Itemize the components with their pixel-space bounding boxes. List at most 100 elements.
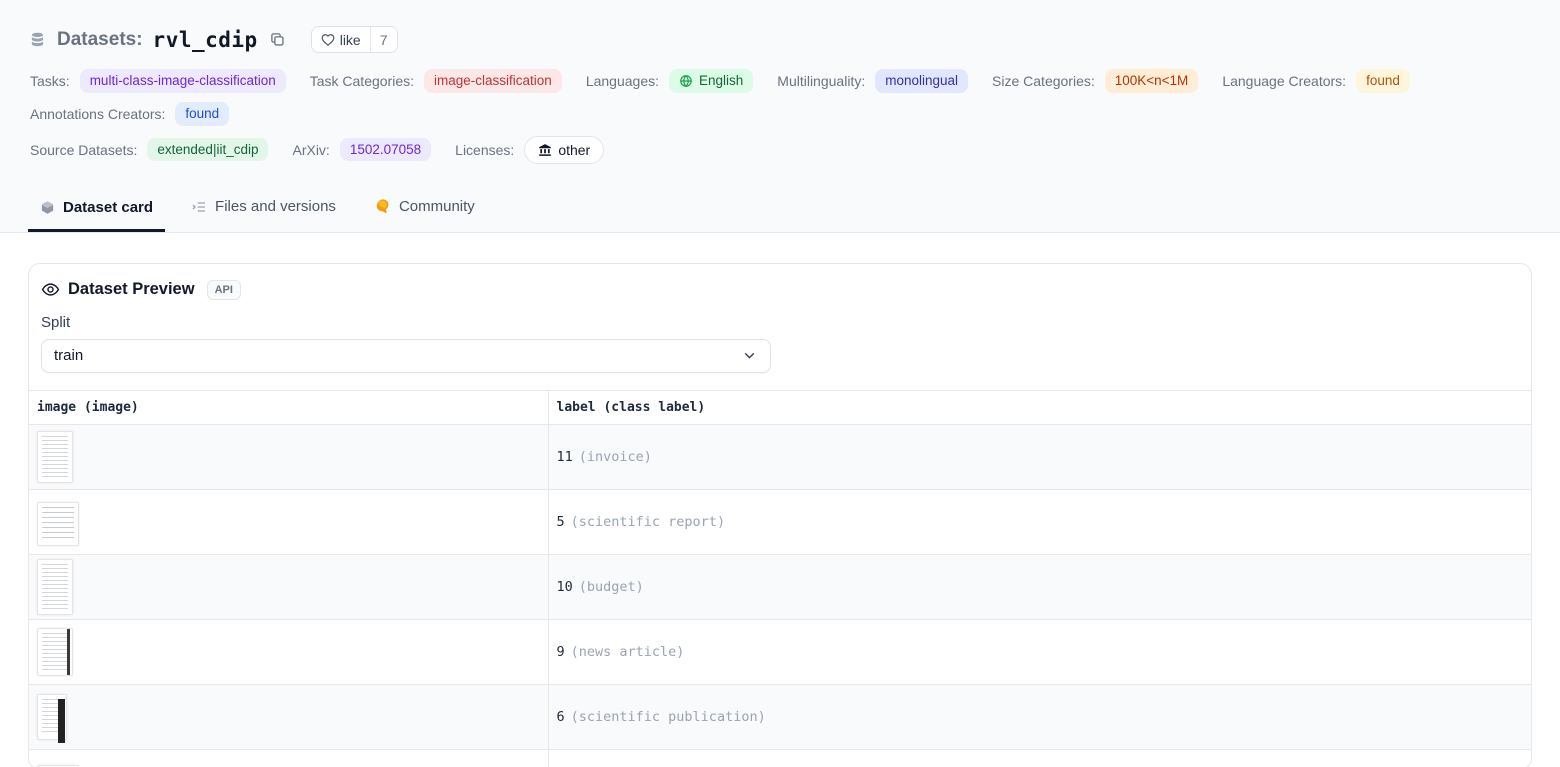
tab-label: Dataset card — [63, 200, 153, 215]
table-row: 11 (invoice) — [29, 424, 1531, 489]
like-count[interactable]: 7 — [370, 27, 397, 52]
label-number: 6 — [557, 709, 565, 725]
label-cell: 11 (invoice) — [548, 424, 1531, 489]
image-cell — [29, 749, 548, 767]
table-row: 6 (scientific publication) — [29, 684, 1531, 749]
tag-group-multilinguality: Multilinguality: monolingual — [777, 69, 968, 93]
tab-files-and-versions[interactable]: Files and versions — [179, 191, 348, 232]
table-row: 10 (budget) — [29, 554, 1531, 619]
label-cell: 9 (news article) — [548, 619, 1531, 684]
bank-icon — [538, 143, 552, 157]
tag-label: Languages: — [586, 73, 659, 89]
tag-row-1: Tasks: multi-class-image-classification … — [30, 69, 1530, 126]
tag-group-source-datasets: Source Datasets: extended|iit_cdip — [30, 138, 268, 162]
dataset-masthead: Datasets: rvl_cdip like 7 Tasks: multi- — [0, 0, 1560, 164]
api-badge[interactable]: API — [207, 280, 241, 300]
database-icon — [30, 32, 45, 48]
copy-icon[interactable] — [268, 30, 287, 49]
globe-icon — [679, 74, 693, 88]
tag-pill-task-categories[interactable]: image-classification — [424, 69, 562, 93]
tag-row-2: Source Datasets: extended|iit_cdip ArXiv… — [30, 136, 1530, 164]
label-text: (scientific publication) — [571, 709, 766, 725]
table-row: 9 (news article) — [29, 619, 1531, 684]
table-row: 5 (scientific report) — [29, 489, 1531, 554]
tag-label: Task Categories: — [310, 73, 414, 89]
tag-pill-arxiv[interactable]: 1502.07058 — [340, 138, 431, 162]
tag-pill-licenses[interactable]: other — [524, 136, 604, 164]
label-number: 5 — [557, 514, 565, 530]
tag-pill-multilinguality[interactable]: monolingual — [875, 69, 968, 93]
table-row — [29, 749, 1531, 767]
label-cell: 10 (budget) — [548, 554, 1531, 619]
tag-label: Tasks: — [30, 73, 70, 89]
main-content: Dataset Preview API Split train image (i… — [0, 233, 1560, 767]
tab-label: Community — [399, 199, 475, 214]
tag-pill-languages[interactable]: English — [669, 69, 753, 93]
tag-label: Language Creators: — [1222, 73, 1346, 89]
label-text: (news article) — [571, 644, 685, 660]
tag-group-annotations-creators: Annotations Creators: found — [30, 102, 229, 126]
tag-pill-size-categories[interactable]: 100K<n<1M — [1105, 69, 1199, 93]
tag-pill-label: other — [558, 143, 590, 157]
label-cell: 6 (scientific publication) — [548, 684, 1531, 749]
datasets-section-label: Datasets: — [57, 29, 143, 51]
label-text: (invoice) — [579, 449, 652, 465]
tag-pill-language-creators[interactable]: found — [1356, 69, 1410, 93]
preview-header: Dataset Preview API — [29, 277, 1531, 303]
like-label: like — [340, 32, 361, 48]
eye-icon — [41, 280, 60, 299]
document-thumbnail — [37, 502, 79, 546]
document-thumbnail — [37, 559, 73, 615]
tag-group-language-creators: Language Creators: found — [1222, 69, 1410, 93]
tag-pill-annotations-creators[interactable]: found — [175, 102, 229, 126]
tag-group-languages: Languages: English — [586, 69, 753, 93]
label-text: (scientific report) — [571, 514, 725, 530]
label-number: 9 — [557, 644, 565, 660]
tab-bar: Dataset card Files and versions Communit… — [0, 174, 1560, 232]
tab-label: Files and versions — [215, 199, 336, 214]
split-select[interactable]: train — [41, 339, 771, 373]
like-group: like 7 — [311, 26, 398, 53]
tag-pill-label: English — [699, 74, 743, 88]
tab-community[interactable]: Community — [362, 190, 487, 232]
split-selected-value: train — [54, 347, 83, 364]
image-cell — [29, 684, 548, 749]
tag-group-task-categories: Task Categories: image-classification — [310, 69, 562, 93]
label-text: (budget) — [579, 579, 644, 595]
document-thumbnail — [37, 628, 73, 676]
like-button[interactable]: like — [312, 27, 370, 52]
tag-label: Source Datasets: — [30, 142, 137, 158]
tag-label: Licenses: — [455, 142, 514, 158]
tag-pill-source-datasets[interactable]: extended|iit_cdip — [147, 138, 268, 162]
heart-icon — [321, 33, 335, 47]
document-thumbnail — [37, 431, 73, 483]
table-header-row: image (image) label (class label) — [29, 390, 1531, 424]
community-icon — [374, 198, 391, 215]
document-thumbnail — [37, 694, 67, 740]
tag-label: ArXiv: — [292, 142, 329, 158]
dataset-preview-card: Dataset Preview API Split train image (i… — [28, 263, 1532, 767]
tag-group-tasks: Tasks: multi-class-image-classification — [30, 69, 286, 93]
column-header-image: image (image) — [29, 390, 548, 424]
dataset-name: rvl_cdip — [153, 28, 258, 52]
label-cell: 5 (scientific report) — [548, 489, 1531, 554]
image-cell — [29, 554, 548, 619]
tag-pill-tasks[interactable]: multi-class-image-classification — [80, 69, 286, 93]
split-label: Split — [41, 314, 1519, 331]
image-cell — [29, 619, 548, 684]
label-number: 11 — [557, 449, 573, 465]
tag-group-size-categories: Size Categories: 100K<n<1M — [992, 69, 1198, 93]
preview-title: Dataset Preview — [68, 280, 195, 299]
column-header-label: label (class label) — [548, 390, 1531, 424]
label-cell — [548, 749, 1531, 767]
tag-label: Annotations Creators: — [30, 106, 165, 122]
label-number: 10 — [557, 579, 573, 595]
title-row: Datasets: rvl_cdip like 7 — [30, 26, 1530, 53]
image-cell — [29, 489, 548, 554]
tag-label: Multilinguality: — [777, 73, 865, 89]
cube-icon — [40, 200, 55, 215]
files-versions-icon — [191, 199, 207, 215]
tag-label: Size Categories: — [992, 73, 1095, 89]
tag-group-licenses: Licenses: other — [455, 136, 604, 164]
tab-dataset-card[interactable]: Dataset card — [28, 192, 165, 232]
